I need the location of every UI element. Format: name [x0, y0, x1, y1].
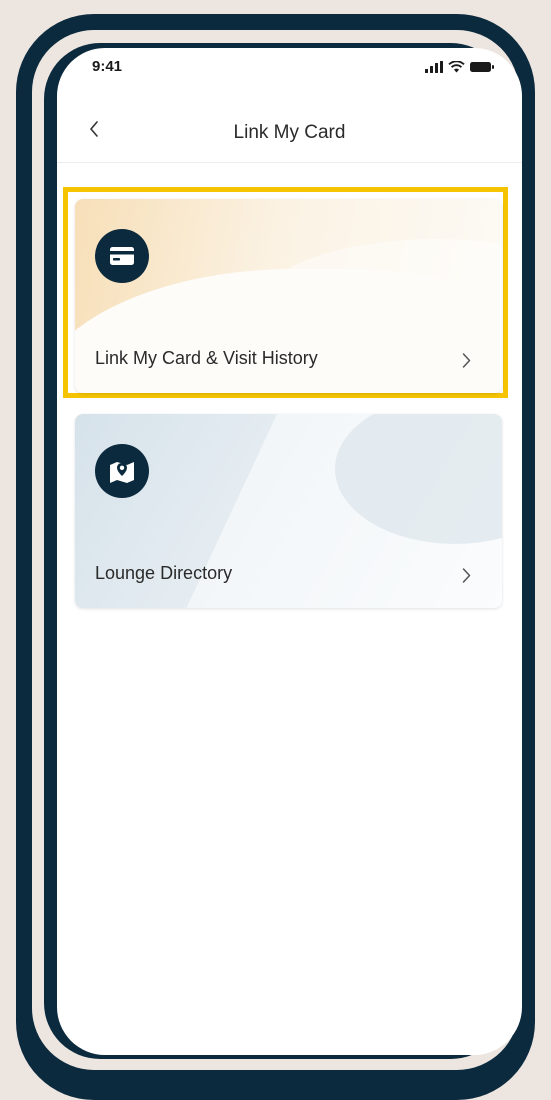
chevron-right-icon — [456, 564, 476, 586]
chevron-right-icon — [456, 349, 476, 371]
wifi-icon — [448, 60, 465, 78]
card-label: Lounge Directory — [95, 563, 233, 583]
card-decoration — [75, 269, 502, 393]
page-title: Link My Card — [233, 122, 346, 143]
phone-screen: 9:41 Link My Card Link My Card & Visit H… — [57, 48, 522, 1055]
status-time: 9:41 — [92, 58, 123, 75]
status-icons — [425, 60, 494, 78]
card-label: Link My Card & Visit History — [95, 348, 318, 368]
link-card-visit-history-card[interactable]: Link My Card & Visit History — [75, 199, 502, 393]
credit-card-icon — [95, 229, 149, 283]
navigation-bar: Link My Card — [57, 104, 522, 163]
lounge-directory-card[interactable]: Lounge Directory — [75, 414, 502, 608]
signal-icon — [425, 60, 443, 78]
battery-icon — [470, 60, 494, 78]
status-bar: 9:41 — [57, 48, 522, 96]
map-pin-icon — [95, 444, 149, 498]
